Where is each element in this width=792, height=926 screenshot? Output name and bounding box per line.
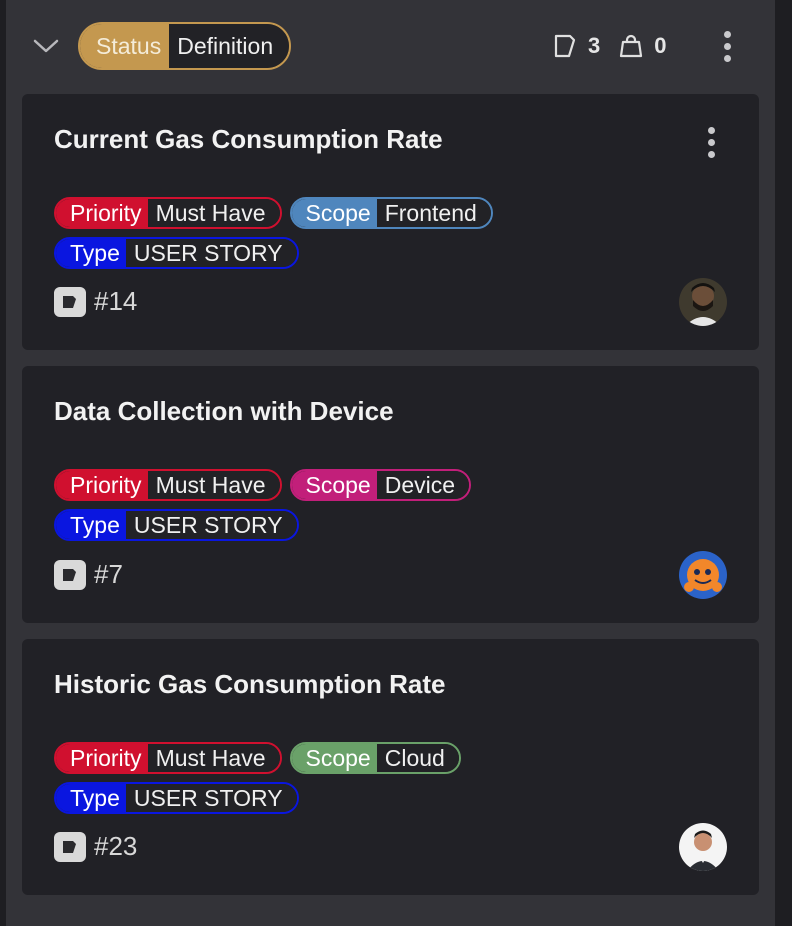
tag-value: Must Have <box>147 199 280 227</box>
card-title: Current Gas Consumption Rate <box>54 124 443 154</box>
card-title: Historic Gas Consumption Rate <box>54 669 446 699</box>
tag-value: USER STORY <box>125 784 297 812</box>
tag-key: Type <box>56 784 126 812</box>
column-header: Status Definition 3 0 <box>6 0 775 92</box>
tag-priority[interactable]: Priority Must Have <box>54 197 282 229</box>
tag-value: Device <box>376 471 470 499</box>
tag-type[interactable]: Type USER STORY <box>54 237 299 269</box>
column-counts: 3 0 <box>552 30 667 62</box>
tag-value: Must Have <box>147 471 280 499</box>
chevron-down-icon <box>33 39 59 53</box>
card-reference[interactable]: #7 <box>54 559 123 590</box>
tag-type[interactable]: Type USER STORY <box>54 782 299 814</box>
task-count: 0 <box>654 33 667 58</box>
tag-value: USER STORY <box>125 239 297 267</box>
story-card[interactable]: Current Gas Consumption Rate Priority Mu… <box>22 94 759 350</box>
card-ref-number: #23 <box>94 831 138 861</box>
card-ref-number: #7 <box>94 559 123 589</box>
story-ref-icon <box>54 559 86 590</box>
tag-key: Scope <box>291 471 377 499</box>
story-card[interactable]: Data Collection with Device Priority Mus… <box>22 366 759 623</box>
collapse-toggle[interactable] <box>32 33 60 59</box>
task-count-group: 0 <box>618 33 667 59</box>
avatar[interactable] <box>679 278 727 326</box>
card-tags: Priority Must Have Scope Frontend Type U… <box>54 197 674 277</box>
tag-key: Priority <box>56 471 148 499</box>
card-reference[interactable]: #14 <box>54 286 137 317</box>
tag-priority[interactable]: Priority Must Have <box>54 742 282 774</box>
avatar[interactable] <box>679 823 727 871</box>
tag-value: USER STORY <box>125 511 297 539</box>
story-count: 3 <box>588 33 601 58</box>
status-key: Status <box>80 24 170 68</box>
card-reference[interactable]: #23 <box>54 831 137 862</box>
tag-scope[interactable]: Scope Device <box>289 469 472 501</box>
tag-key: Scope <box>291 199 377 227</box>
status-value: Definition <box>169 24 290 68</box>
avatar[interactable] <box>679 551 727 599</box>
tag-key: Type <box>56 239 126 267</box>
card-ref-number: #14 <box>94 286 138 316</box>
card-more-button[interactable] <box>699 122 723 162</box>
tag-value: Cloud <box>376 744 459 772</box>
dot <box>723 54 731 62</box>
dot <box>723 42 731 50</box>
tag-scope[interactable]: Scope Frontend <box>289 197 493 229</box>
story-count-group: 3 <box>552 33 600 59</box>
column-more-button[interactable] <box>715 26 739 66</box>
story-ref-icon <box>54 286 86 317</box>
tag-value: Frontend <box>376 199 491 227</box>
card-tags: Priority Must Have Scope Device Type USE… <box>54 469 674 549</box>
kanban-column: Status Definition 3 0 Current Gas Consum… <box>6 0 775 926</box>
story-ref-icon <box>54 831 86 862</box>
dot <box>707 138 715 146</box>
card-tags: Priority Must Have Scope Cloud Type USER… <box>54 742 674 822</box>
tag-scope[interactable]: Scope Cloud <box>289 742 461 774</box>
dot <box>707 150 715 158</box>
dot <box>723 30 731 38</box>
dot <box>707 126 715 134</box>
tag-key: Priority <box>56 744 148 772</box>
story-card[interactable]: Historic Gas Consumption Rate Priority M… <box>22 639 759 895</box>
tag-key: Scope <box>291 744 377 772</box>
tag-priority[interactable]: Priority Must Have <box>54 469 282 501</box>
story-icon <box>554 34 576 58</box>
tag-key: Type <box>56 511 126 539</box>
task-bag-icon <box>620 34 643 58</box>
tag-key: Priority <box>56 199 148 227</box>
tag-type[interactable]: Type USER STORY <box>54 509 299 541</box>
status-badge[interactable]: Status Definition <box>78 22 292 70</box>
tag-value: Must Have <box>147 744 280 772</box>
card-title: Data Collection with Device <box>54 396 394 426</box>
